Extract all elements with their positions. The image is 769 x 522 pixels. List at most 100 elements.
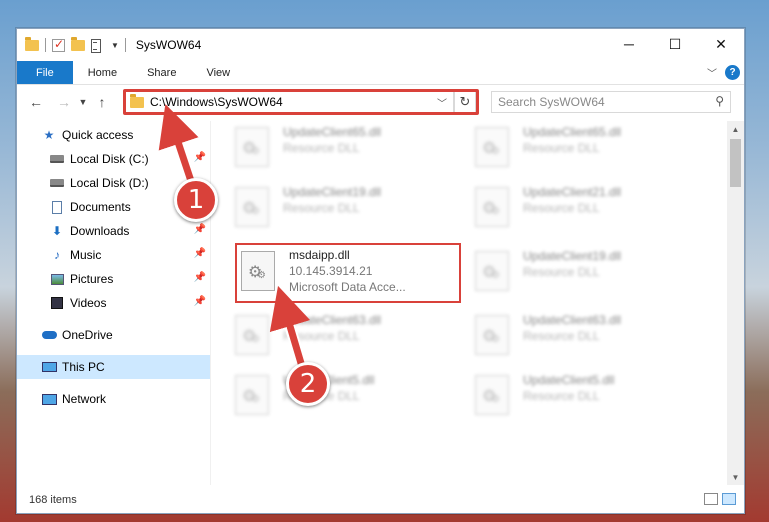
file-description: Resource DLL [283,201,360,215]
tab-view[interactable]: View [191,61,245,84]
sidebar-item-local-disk-c[interactable]: Local Disk (C:) 📌 [17,147,210,171]
star-icon: ★ [43,128,55,142]
view-toggle [704,493,736,505]
file-item[interactable]: UpdateClient63.dll Resource DLL [475,309,695,365]
file-name: UpdateClient19.dll [523,249,622,263]
file-description: Resource DLL [523,265,600,279]
dll-file-icon [475,375,509,415]
dll-file-icon [235,187,269,227]
divider [210,121,211,485]
disk-icon [49,152,65,166]
sidebar-item-network[interactable]: Network [17,387,210,411]
pc-icon [41,360,57,374]
sidebar-item-music[interactable]: ♪ Music 📌 [17,243,210,267]
sidebar-item-videos[interactable]: Videos 📌 [17,291,210,315]
forward-button[interactable]: → [53,94,75,110]
tab-file[interactable]: File [17,61,73,84]
documents-icon [49,200,65,214]
expand-ribbon-chevron-icon[interactable]: ﹀ [707,65,717,80]
new-folder-icon[interactable] [71,36,85,51]
tiles-view-icon[interactable] [722,493,736,505]
sidebar-item-label: OneDrive [62,328,113,342]
dll-file-icon [241,251,275,291]
folder-icon [25,36,39,51]
pictures-icon [49,272,65,286]
file-item[interactable]: UpdateClient65.dll Resource DLL [235,121,455,177]
scroll-down-chevron-icon[interactable]: ▼ [727,469,744,485]
address-highlight-box [123,89,479,115]
file-description: Resource DLL [523,329,600,343]
up-button[interactable]: ↑ [91,94,113,110]
sidebar-item-label: Downloads [70,224,130,238]
search-input[interactable]: Search SysWOW64 ⚲ [491,91,731,113]
minimize-button[interactable]: ─ [606,29,652,59]
dll-file-icon [475,251,509,291]
file-item[interactable]: UpdateClient19.dll Resource DLL [475,245,695,301]
file-item[interactable]: UpdateClient19.dll Resource DLL [235,181,455,237]
file-item[interactable]: UpdateClient5.dllResource DLL [475,369,695,425]
properties-icon[interactable] [91,39,105,53]
properties-check-icon[interactable] [52,37,65,52]
file-list: UpdateClient65.dll Resource DLL UpdateCli… [235,121,725,485]
sidebar-item-label: Network [62,392,107,406]
sidebar-item-quick-access[interactable]: ★ Quick access [17,123,210,147]
dll-file-icon [235,375,269,415]
disk-icon [49,176,65,190]
sidebar-item-label: Quick access [62,128,134,142]
file-item[interactable]: UpdateClient21.dll Resource DLL [475,181,695,237]
music-icon: ♪ [54,248,60,262]
status-bar: 168 items [17,487,744,513]
window-title: SysWOW64 [135,38,202,52]
file-name: UpdateClient5.dll [523,373,615,387]
details-view-icon[interactable] [704,493,718,505]
maximize-button[interactable]: ☐ [652,29,698,59]
sidebar-item-label: Pictures [70,272,114,286]
quick-access-toolbar: ▼ [17,36,126,53]
dll-file-icon [475,315,509,355]
scroll-thumb[interactable] [730,139,741,187]
sidebar-item-onedrive[interactable]: OneDrive [17,323,210,347]
divider [45,38,46,52]
sidebar-item-label: Local Disk (C:) [70,152,149,166]
pin-icon: 📌 [193,152,206,163]
file-item[interactable]: UpdateClient5.dllResource DLL [235,369,455,425]
back-button[interactable]: ← [25,94,47,110]
explorer-window: ▼ SysWOW64 ─ ☐ ✕ File Home Share View ﹀ … [16,28,745,514]
videos-icon [49,296,65,310]
sidebar-item-label: This PC [62,360,105,374]
file-item[interactable]: UpdateClient63.dll Resource DLL [235,309,455,365]
sidebar-item-pictures[interactable]: Pictures 📌 [17,267,210,291]
item-count: 168 items [29,494,77,506]
sidebar-item-this-pc[interactable]: This PC [17,355,210,379]
vertical-scrollbar[interactable]: ▲ ▼ [727,121,744,485]
download-icon: ⬇ [51,224,63,238]
window-controls: ─ ☐ ✕ [606,29,744,59]
scroll-up-chevron-icon[interactable]: ▲ [727,121,744,137]
ribbon-right: ﹀ ? [707,65,740,80]
close-button[interactable]: ✕ [698,29,744,59]
file-name: UpdateClient21.dll [523,185,622,199]
title-bar: ▼ SysWOW64 ─ ☐ ✕ [17,29,744,61]
divider [124,38,126,52]
sidebar-item-downloads[interactable]: ⬇ Downloads 📌 [17,219,210,243]
file-name: UpdateClient63.dll [523,313,622,327]
dll-file-icon [475,187,509,227]
sidebar-item-label: Documents [70,200,131,214]
file-name: UpdateClient19.dll [283,185,382,199]
help-icon[interactable]: ? [725,65,740,80]
pin-icon: 📌 [193,224,206,235]
tab-home[interactable]: Home [73,61,132,84]
sidebar-item-label: Local Disk (D:) [70,176,149,190]
dll-file-icon [235,315,269,355]
file-item-msdaipp[interactable]: msdaipp.dll 10.145.3914.21 Microsoft Data … [235,243,461,303]
onedrive-icon [41,328,57,342]
dll-file-icon [235,127,269,167]
file-item[interactable]: UpdateClient65.dll Resource DLL [475,121,695,177]
sidebar-item-label: Music [70,248,102,262]
recent-locations-chevron-icon[interactable]: ▼ [75,97,91,107]
customize-toolbar-chevron-icon[interactable]: ▼ [111,41,119,50]
pin-icon: 📌 [193,296,206,307]
file-name: msdaipp.dll [289,248,350,262]
tab-share[interactable]: Share [132,61,191,84]
navigation-bar: ← → ▼ ↑ C:\Windows\SysWOW64 ﹀ ↻ Search S… [17,87,744,117]
